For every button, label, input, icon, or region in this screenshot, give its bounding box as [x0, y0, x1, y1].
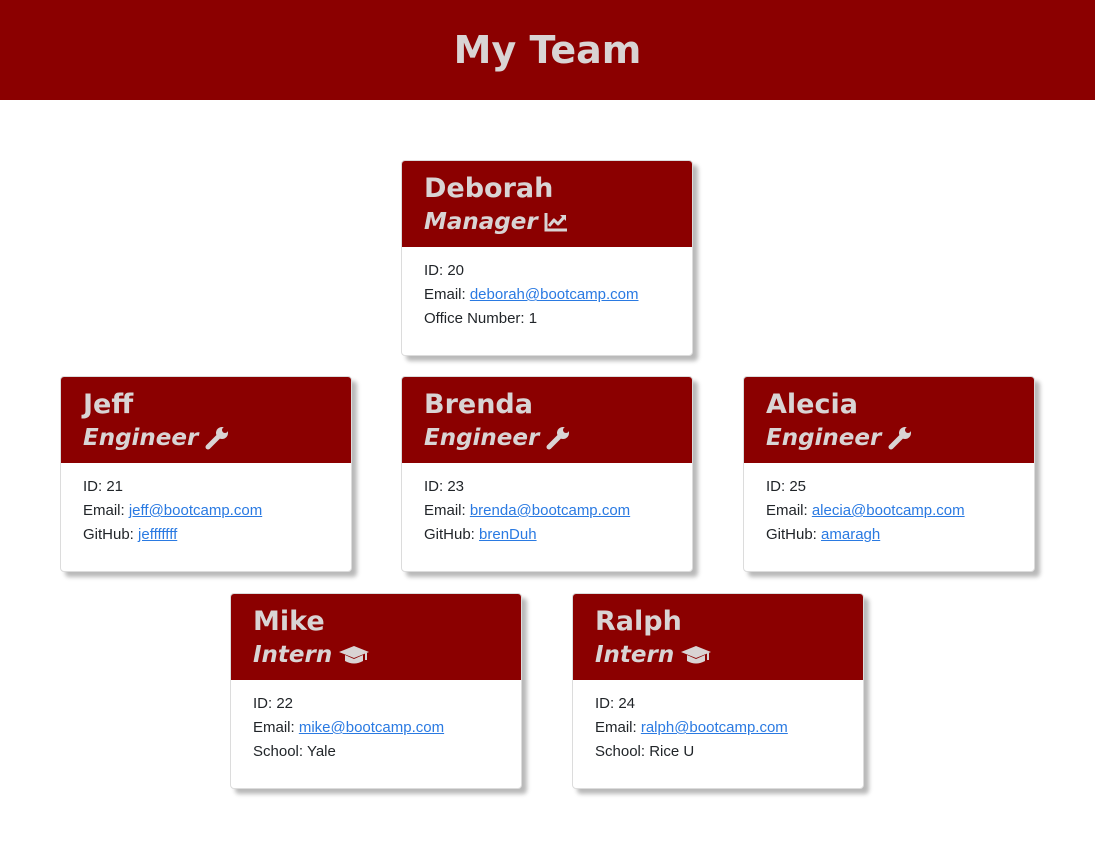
card-body: ID: 20 Email: deborah@bootcamp.com Offic…	[402, 247, 692, 331]
employee-id: 21	[106, 478, 124, 495]
id-row: ID: 23	[424, 478, 465, 495]
employee-name: Brenda	[424, 389, 533, 420]
wrench-icon	[546, 427, 570, 450]
email-link[interactable]: deborah@bootcamp.com	[470, 286, 639, 303]
employee-id: 24	[618, 695, 636, 712]
employee-role: Intern	[253, 638, 499, 672]
employee-role: Intern	[595, 638, 841, 672]
employee-id: 25	[789, 478, 807, 495]
graduation-cap-icon	[339, 646, 370, 664]
card-body: ID: 23 Email: brenda@bootcamp.com GitHub…	[402, 463, 692, 547]
school-row: School: Yale	[253, 743, 336, 760]
github-link[interactable]: jefffffff	[138, 526, 177, 543]
manager-card: Deborah Manager ID: 20 Email: deborah@bo…	[401, 160, 693, 356]
card-header: Brenda Engineer	[402, 377, 692, 463]
role-label: Engineer	[766, 425, 882, 451]
id-row: ID: 22	[253, 695, 294, 712]
email-link[interactable]: jeff@bootcamp.com	[129, 502, 262, 519]
page-header: My Team	[0, 0, 1095, 100]
email-row: Email: brenda@bootcamp.com	[424, 502, 631, 519]
email-link[interactable]: ralph@bootcamp.com	[641, 719, 788, 736]
employee-name: Alecia	[766, 389, 858, 420]
card-body: ID: 21 Email: jeff@bootcamp.com GitHub: …	[61, 463, 351, 547]
id-row: ID: 21	[83, 478, 124, 495]
office-number: 1	[528, 310, 538, 327]
email-row: Email: mike@bootcamp.com	[253, 719, 445, 736]
id-row: ID: 20	[424, 262, 465, 279]
employee-name: Jeff	[83, 389, 134, 420]
graduation-cap-icon	[681, 646, 712, 664]
card-body: ID: 24 Email: ralph@bootcamp.com School:…	[573, 680, 863, 764]
employee-name: Mike	[253, 606, 325, 637]
github-link[interactable]: amaragh	[821, 526, 880, 543]
card-body: ID: 22 Email: mike@bootcamp.com School: …	[231, 680, 521, 764]
role-label: Engineer	[83, 425, 199, 451]
employee-role: Engineer	[424, 421, 670, 455]
role-label: Intern	[253, 642, 333, 668]
wrench-icon	[888, 427, 912, 450]
card-header: Deborah Manager	[402, 161, 692, 247]
intern-card: Mike Intern ID: 22 Email: mike@bootcamp.…	[230, 593, 522, 789]
engineer-card: Brenda Engineer ID: 23 Email: brenda@boo…	[401, 376, 693, 572]
office-row: Office Number: 1	[424, 310, 538, 327]
employee-id: 22	[276, 695, 294, 712]
email-link[interactable]: alecia@bootcamp.com	[812, 502, 965, 519]
email-link[interactable]: mike@bootcamp.com	[299, 719, 444, 736]
role-label: Intern	[595, 642, 675, 668]
employee-name: Deborah	[424, 173, 554, 204]
github-row: GitHub: brenDuh	[424, 526, 537, 543]
email-row: Email: ralph@bootcamp.com	[595, 719, 788, 736]
wrench-icon	[205, 427, 229, 450]
school-name: Rice U	[649, 743, 695, 760]
role-label: Engineer	[424, 425, 540, 451]
role-label: Manager	[424, 209, 538, 235]
chart-line-icon	[544, 213, 567, 232]
email-row: Email: deborah@bootcamp.com	[424, 286, 639, 303]
employee-role: Engineer	[766, 421, 1012, 455]
email-row: Email: alecia@bootcamp.com	[766, 502, 965, 519]
employee-name: Ralph	[595, 606, 682, 637]
id-row: ID: 25	[766, 478, 807, 495]
employee-role: Manager	[424, 205, 670, 239]
id-row: ID: 24	[595, 695, 636, 712]
card-header: Alecia Engineer	[744, 377, 1034, 463]
engineer-card: Jeff Engineer ID: 21 Email: jeff@bootcam…	[60, 376, 352, 572]
engineer-card: Alecia Engineer ID: 25 Email: alecia@boo…	[743, 376, 1035, 572]
card-header: Ralph Intern	[573, 594, 863, 680]
card-body: ID: 25 Email: alecia@bootcamp.com GitHub…	[744, 463, 1034, 547]
employee-role: Engineer	[83, 421, 329, 455]
card-header: Jeff Engineer	[61, 377, 351, 463]
github-link[interactable]: brenDuh	[479, 526, 537, 543]
employee-id: 20	[447, 262, 465, 279]
page-title: My Team	[453, 28, 642, 72]
card-header: Mike Intern	[231, 594, 521, 680]
email-row: Email: jeff@bootcamp.com	[83, 502, 263, 519]
employee-id: 23	[447, 478, 465, 495]
email-link[interactable]: brenda@bootcamp.com	[470, 502, 630, 519]
github-row: GitHub: amaragh	[766, 526, 881, 543]
github-row: GitHub: jefffffff	[83, 526, 178, 543]
intern-card: Ralph Intern ID: 24 Email: ralph@bootcam…	[572, 593, 864, 789]
school-row: School: Rice U	[595, 743, 695, 760]
school-name: Yale	[306, 743, 336, 760]
